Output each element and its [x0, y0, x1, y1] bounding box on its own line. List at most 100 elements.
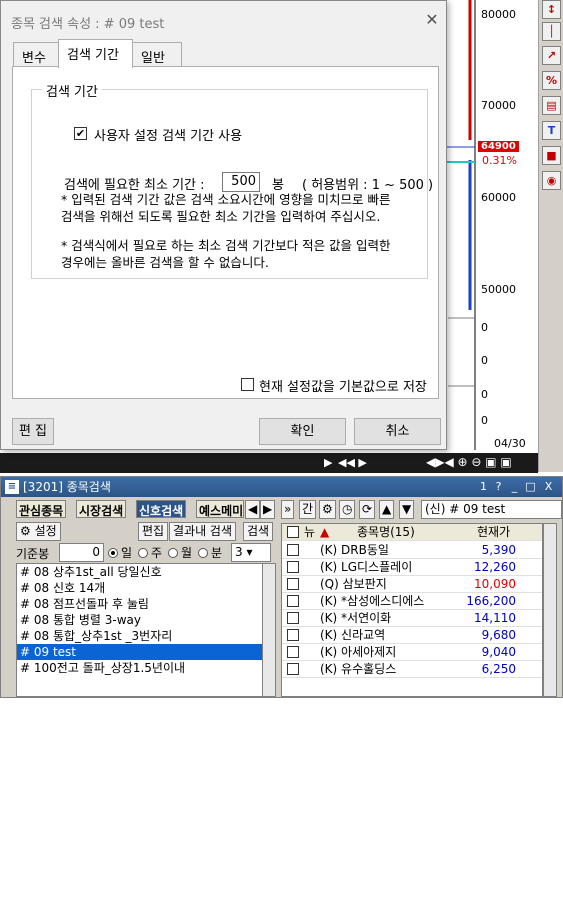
table-row[interactable]: (K) 아세아제지 9,040	[282, 644, 542, 661]
grid-scrollbar[interactable]	[543, 523, 557, 697]
note-line: 검색을 위해선 되도록 필요한 최소 기간을 입력하여 주십시오.	[61, 209, 381, 224]
circle-tool-icon[interactable]: ◉	[542, 171, 561, 190]
window-tool-icon[interactable]: ▤	[542, 96, 561, 115]
maximize-icon[interactable]: □	[523, 479, 538, 494]
move-down-icon[interactable]: ▼	[399, 500, 415, 519]
list-item[interactable]: # 08 점프선돌파 후 눌림	[17, 596, 275, 612]
gear-icon[interactable]: ⚙	[319, 500, 336, 519]
minimize-icon[interactable]: _	[507, 479, 522, 494]
period-week-label: 주	[151, 546, 163, 560]
y-axis-tick: 0	[481, 321, 488, 334]
edit-formula-button[interactable]: 편집	[138, 522, 169, 541]
y-axis-tick: 70000	[481, 99, 516, 112]
table-row[interactable]: (K) 신라교역 9,680	[282, 627, 542, 644]
list-item[interactable]: # 08 신호 14개	[17, 580, 275, 596]
percent-tool-icon[interactable]: %	[542, 71, 561, 90]
period-day-radio[interactable]	[108, 548, 118, 558]
table-row[interactable]: (K) *서연이화 14,110	[282, 610, 542, 627]
period-minute-radio[interactable]	[198, 548, 208, 558]
table-row[interactable]: (K) 유수홀딩스 6,250	[282, 661, 542, 678]
period-month-radio[interactable]	[168, 548, 178, 558]
tab-search-period[interactable]: 검색 기간	[58, 39, 133, 68]
clock-icon[interactable]: ◷	[339, 500, 356, 519]
tab-variables[interactable]: 변수	[13, 42, 59, 67]
settings-label: 설정	[34, 524, 57, 538]
window-titlebar[interactable]: ≡ [3201] 종목검색 1 ? _ □ X	[1, 477, 562, 497]
close-icon[interactable]: ✕	[423, 11, 441, 29]
base-bar-input[interactable]: 0	[59, 543, 104, 562]
period-week-radio[interactable]	[138, 548, 148, 558]
list-item-selected[interactable]: # 09 test	[17, 644, 275, 660]
scroll-right-icon[interactable]: ▶	[324, 456, 332, 469]
period-month-label: 월	[181, 546, 193, 560]
tab-yes-memo[interactable]: 예스메미	[196, 500, 244, 518]
row-checkbox[interactable]	[287, 561, 299, 573]
pin-icon[interactable]: 1	[476, 479, 491, 494]
tab-next-icon[interactable]: ▶	[260, 500, 276, 519]
dialog-title: 종목 검색 속성 : # 09 test	[11, 17, 165, 32]
zoom-controls-icon[interactable]: ◀▶◀ ⊕ ⊖ ▣ ▣	[426, 455, 512, 469]
list-item[interactable]: # 08 통합_상추1st _3번자리	[17, 628, 275, 644]
row-checkbox[interactable]	[287, 578, 299, 590]
list-scrollbar[interactable]	[262, 563, 276, 697]
stock-name: (K) *삼성에스디에스	[320, 594, 425, 608]
last-change-label: 0.31%	[482, 154, 517, 167]
chart-scroll-bar[interactable]: ▶ ◀◀ ▶ 227 ◀▶◀ ⊕ ⊖ ▣ ▣	[0, 453, 538, 922]
search-in-results-button[interactable]: 결과내 검색	[169, 522, 237, 541]
minute-select[interactable]: 3 ▾	[231, 543, 271, 562]
list-item[interactable]: # 08 상추1st_all 당일신호	[17, 564, 275, 580]
expand-icon[interactable]: »	[281, 500, 295, 519]
tab-watchlist[interactable]: 관심종목	[16, 500, 67, 518]
settings-button[interactable]: ⚙ 설정	[16, 522, 61, 541]
trend-line-icon[interactable]: ↗	[542, 46, 561, 65]
tab-prev-icon[interactable]: ◀	[245, 500, 261, 519]
minute-value: 3	[235, 545, 243, 559]
vertical-line-icon[interactable]: │	[542, 22, 561, 41]
save-default-checkbox[interactable]	[241, 378, 254, 391]
stock-price: 166,200	[466, 594, 516, 608]
formula-list[interactable]: # 08 상추1st_all 당일신호 # 08 신호 14개 # 08 점프선…	[16, 563, 276, 697]
stock-price: 6,250	[481, 662, 516, 676]
tab-signal-search[interactable]: 신호검색	[136, 500, 187, 518]
rectangle-tool-icon[interactable]: ■	[542, 146, 561, 165]
list-item[interactable]: # 08 통합 병렬 3-way	[17, 612, 275, 628]
cancel-button[interactable]: 취소	[354, 418, 441, 445]
sort-arrow-icon[interactable]: ▲	[320, 524, 329, 541]
use-custom-period-label: 사용자 설정 검색 기간 사용	[94, 129, 243, 144]
chart-toolbar: ↕ │ ↗ % ▤ T ■ ◉	[538, 0, 563, 472]
row-checkbox[interactable]	[287, 595, 299, 607]
table-row[interactable]: (K) LG디스플레이 12,260	[282, 559, 542, 576]
chart-link-icon[interactable]: 간	[299, 500, 317, 519]
row-checkbox[interactable]	[287, 612, 299, 624]
stock-name: (K) 유수홀딩스	[320, 662, 397, 676]
table-row[interactable]: (Q) 삼보판지 10,090	[282, 576, 542, 593]
bar-count[interactable]: 227	[396, 909, 417, 922]
list-item[interactable]: # 100전고 돌파_상장1.5년이내	[17, 660, 275, 676]
row-checkbox[interactable]	[287, 663, 299, 675]
close-icon[interactable]: X	[541, 479, 556, 494]
use-custom-period-checkbox[interactable]: ✔	[74, 127, 87, 140]
grid-header: 뉴 ▲ 종목명(15) 현재가	[282, 524, 542, 541]
save-default-label: 현재 설정값을 기본값으로 저장	[259, 380, 427, 395]
tab-market-search[interactable]: 시장검색	[76, 500, 127, 518]
move-up-icon[interactable]: ▲	[379, 500, 395, 519]
help-icon[interactable]: ?	[491, 479, 506, 494]
select-all-checkbox[interactable]	[287, 526, 299, 538]
line-tool-icon[interactable]: ↕	[542, 0, 561, 19]
ok-button[interactable]: 확인	[259, 418, 346, 445]
table-row[interactable]: (K) *삼성에스디에스 166,200	[282, 593, 542, 610]
row-checkbox[interactable]	[287, 646, 299, 658]
stock-search-window: ≡ [3201] 종목검색 1 ? _ □ X 관심종목 시장검색 신호검색 예…	[0, 476, 563, 698]
scroll-end-icon[interactable]: ◀◀ ▶	[338, 456, 367, 469]
row-checkbox[interactable]	[287, 544, 299, 556]
row-checkbox[interactable]	[287, 629, 299, 641]
text-tool-icon[interactable]: T	[542, 121, 561, 140]
search-button[interactable]: 검색	[243, 522, 274, 541]
refresh-icon[interactable]: ⟳	[359, 500, 376, 519]
tab-general[interactable]: 일반	[132, 42, 182, 67]
table-row[interactable]: (K) DRB동일 5,390	[282, 542, 542, 559]
min-period-input[interactable]: 500	[222, 172, 260, 192]
result-grid[interactable]: 뉴 ▲ 종목명(15) 현재가 (K) DRB동일 5,390 (K) LG디스플레…	[281, 523, 543, 697]
edit-button[interactable]: 편 집	[12, 418, 54, 445]
window-title: [3201] 종목검색	[23, 480, 111, 494]
